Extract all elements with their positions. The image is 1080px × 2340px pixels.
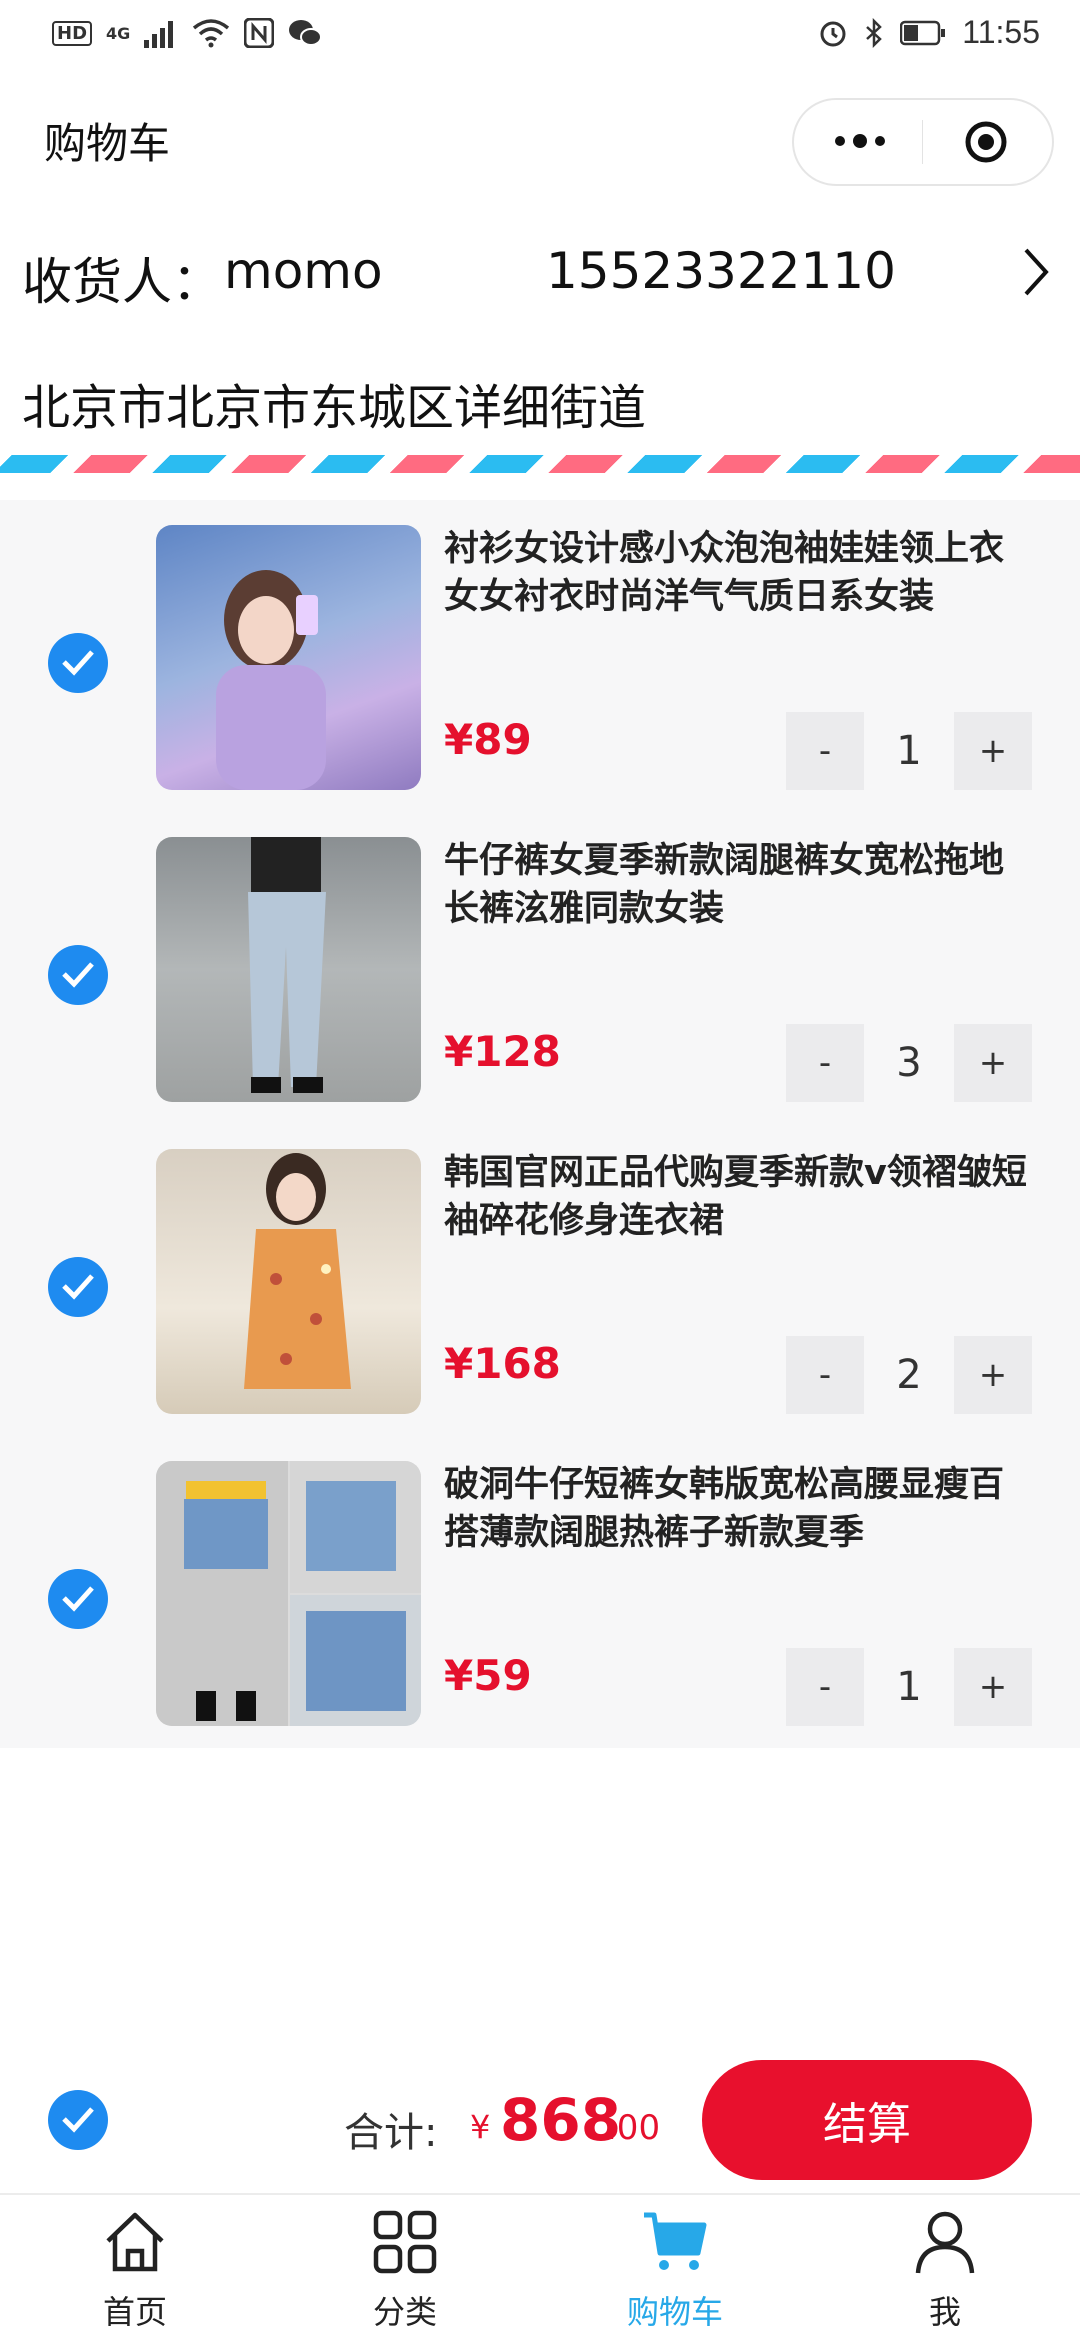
- more-icon[interactable]: [832, 126, 888, 156]
- tab-bar: 首页 分类 购物车 我: [0, 2195, 1080, 2340]
- quantity-value[interactable]: 1: [864, 1648, 954, 1726]
- product-title[interactable]: 衬衫女设计感小众泡泡袖娃娃领上衣女女衬衣时尚洋气气质日系女装: [444, 525, 1034, 621]
- alarm-icon: [820, 21, 846, 46]
- checkout-button[interactable]: 结算: [702, 2060, 1032, 2180]
- address-section[interactable]: 收货人： momo 15523322110 北京市北京市东城区详细街道: [0, 200, 1080, 455]
- tab-label: 购物车: [626, 2293, 723, 2331]
- product-photo-placeholder: [216, 570, 326, 790]
- checkmark-icon: [62, 962, 94, 988]
- tab-label: 分类: [372, 2293, 437, 2331]
- increase-button[interactable]: +: [954, 1336, 1032, 1414]
- product-title[interactable]: 韩国官网正品代购夏季新款v领褶皱短袖碎花修身连衣裙: [444, 1149, 1034, 1245]
- address-stripe-divider: [0, 455, 1080, 473]
- cart-list: 衬衫女设计感小众泡泡袖娃娃领上衣女女衬衣时尚洋气气质日系女装 ¥89 - 1 +…: [0, 500, 1080, 1748]
- checkmark-icon: [62, 2107, 94, 2133]
- cart-item: 破洞牛仔短裤女韩版宽松高腰显瘦百搭薄款阔腿热裤子新款夏季 ¥59 - 1 +: [0, 1461, 1080, 1773]
- decrease-button[interactable]: -: [786, 1024, 864, 1102]
- bluetooth-icon: [866, 17, 883, 48]
- item-checkbox[interactable]: [48, 633, 108, 693]
- miniprogram-capsule: [792, 98, 1054, 186]
- tab-me[interactable]: 我: [810, 2195, 1080, 2340]
- quantity-value[interactable]: 1: [864, 712, 954, 790]
- quantity-value[interactable]: 2: [864, 1336, 954, 1414]
- product-photo-placeholder: [248, 837, 326, 1093]
- decrease-button[interactable]: -: [786, 712, 864, 790]
- status-bar: HD 4G 11:55: [0, 0, 1080, 80]
- receiver-label: 收货人：: [22, 253, 222, 311]
- cart-item: 韩国官网正品代购夏季新款v领褶皱短袖碎花修身连衣裙 ¥168 - 2 +: [0, 1149, 1080, 1461]
- decrease-button[interactable]: -: [786, 1648, 864, 1726]
- status-right: 11:55: [818, 14, 1040, 51]
- item-checkbox[interactable]: [48, 945, 108, 1005]
- product-image[interactable]: [156, 525, 421, 790]
- receiver-name: momo: [224, 242, 383, 300]
- product-image[interactable]: [156, 1461, 421, 1726]
- network-type: 4G: [106, 23, 131, 43]
- product-title[interactable]: 破洞牛仔短裤女韩版宽松高腰显瘦百搭薄款阔腿热裤子新款夏季: [444, 1461, 1034, 1557]
- home-icon: [106, 2212, 164, 2272]
- product-title[interactable]: 牛仔裤女夏季新款阔腿裤女宽松拖地长裤泫雅同款女装: [444, 837, 1034, 933]
- item-checkbox[interactable]: [48, 1569, 108, 1629]
- item-checkbox[interactable]: [48, 1257, 108, 1317]
- address-line: 北京市北京市东城区详细街道: [22, 380, 647, 436]
- tab-cart[interactable]: 购物车: [540, 2195, 810, 2340]
- total-decimal: .00: [606, 2108, 661, 2148]
- nfc-icon: [244, 18, 275, 48]
- product-image[interactable]: [156, 1149, 421, 1414]
- product-photo-placeholder: [156, 1461, 421, 1726]
- product-photo-placeholder: [244, 1153, 351, 1389]
- receiver-phone: 15523322110: [546, 242, 896, 300]
- user-icon: [915, 2211, 975, 2274]
- wifi-icon: [193, 19, 230, 48]
- quantity-value[interactable]: 3: [864, 1024, 954, 1102]
- battery-icon: [900, 20, 946, 45]
- product-image[interactable]: [156, 837, 421, 1102]
- total-label: 合计:: [344, 2110, 438, 2156]
- quantity-stepper: - 3 +: [786, 1024, 1032, 1102]
- product-price: ¥168: [444, 1339, 561, 1388]
- quantity-stepper: - 1 +: [786, 1648, 1032, 1726]
- signal-icon: [144, 21, 174, 48]
- tab-label: 我: [928, 2293, 961, 2331]
- quantity-stepper: - 1 +: [786, 712, 1032, 790]
- page-title: 购物车: [44, 119, 171, 168]
- close-miniprogram-icon[interactable]: [964, 120, 1008, 164]
- clock: 11:55: [962, 14, 1040, 50]
- checkmark-icon: [62, 1274, 94, 1300]
- checkmark-icon: [62, 650, 94, 676]
- chevron-right-icon[interactable]: [1018, 242, 1054, 302]
- increase-button[interactable]: +: [954, 1648, 1032, 1726]
- tab-category[interactable]: 分类: [270, 2195, 540, 2340]
- product-price: ¥89: [444, 715, 532, 764]
- select-all-checkbox[interactable]: [48, 2090, 108, 2150]
- product-price: ¥128: [444, 1027, 561, 1076]
- tab-label: 首页: [102, 2293, 167, 2331]
- cart-item: 衬衫女设计感小众泡泡袖娃娃领上衣女女衬衣时尚洋气气质日系女装 ¥89 - 1 +: [0, 525, 1080, 837]
- cart-icon: [644, 2212, 707, 2270]
- increase-button[interactable]: +: [954, 1024, 1032, 1102]
- tab-home[interactable]: 首页: [0, 2195, 270, 2340]
- total-amount: 868: [500, 2086, 622, 2154]
- decrease-button[interactable]: -: [786, 1336, 864, 1414]
- total-currency: ¥: [470, 2108, 491, 2146]
- checkmark-icon: [62, 1586, 94, 1612]
- product-price: ¥59: [444, 1651, 532, 1700]
- capsule-divider: [922, 120, 923, 164]
- increase-button[interactable]: +: [954, 712, 1032, 790]
- quantity-stepper: - 2 +: [786, 1336, 1032, 1414]
- category-icon: [373, 2210, 437, 2274]
- nav-header: 购物车: [0, 80, 1080, 200]
- wechat-icon: [289, 20, 323, 46]
- status-left: HD 4G: [52, 18, 323, 48]
- cart-item: 牛仔裤女夏季新款阔腿裤女宽松拖地长裤泫雅同款女装 ¥128 - 3 +: [0, 837, 1080, 1149]
- hd-badge: HD: [52, 20, 93, 46]
